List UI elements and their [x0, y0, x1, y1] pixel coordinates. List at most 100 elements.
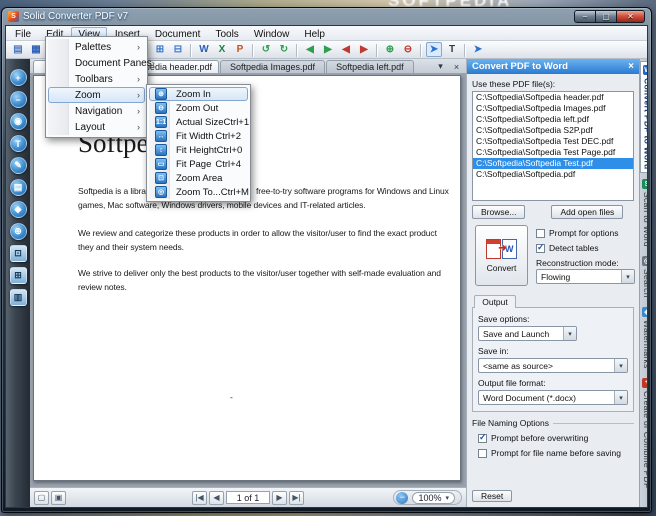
note-tool-icon[interactable]: ▤	[10, 179, 27, 196]
pdf-file-item[interactable]: C:\Softpedia\Softpedia S2P.pdf	[473, 125, 633, 136]
close-document-icon[interactable]: ×	[450, 61, 463, 73]
next-page-button[interactable]: ▶	[272, 491, 287, 505]
view-menu-palettes[interactable]: Palettes ›	[48, 39, 145, 55]
convert-to-excel-icon[interactable]: X	[214, 42, 230, 57]
side-tab-scan-to-word[interactable]: S Scan to Word	[640, 176, 648, 250]
pdf-file-item[interactable]: C:\Softpedia\Softpedia Test.pdf	[473, 158, 633, 169]
prompt-for-options-checkbox[interactable]: Prompt for options	[536, 228, 618, 238]
save-file-icon[interactable]: ▦	[28, 42, 44, 57]
move-page-back-icon[interactable]: ◀	[338, 42, 354, 57]
pdf-file-item[interactable]: C:\Softpedia\Softpedia Images.pdf	[473, 103, 633, 114]
prompt-filename-checkbox[interactable]: Prompt for file name before saving	[478, 448, 634, 458]
last-page-button[interactable]: ▶|	[289, 491, 304, 505]
stamp-tool-icon[interactable]: ◆	[10, 201, 27, 218]
convert-button[interactable]: ➜ W Convert	[475, 225, 528, 286]
view-menu-document-panes[interactable]: Document Panes ›	[48, 55, 145, 71]
chevron-down-icon[interactable]: ▾	[614, 359, 627, 372]
zoom-menu-zoom-in[interactable]: ⊕ Zoom In	[149, 87, 248, 101]
single-page-view-button[interactable]: ▢	[34, 491, 49, 505]
tab-softpedia-images[interactable]: Softpedia Images.pdf	[220, 60, 325, 73]
pdf-file-item[interactable]: C:\Softpedia\Softpedia left.pdf	[473, 114, 633, 125]
snapshot-tool-icon[interactable]: ◉	[10, 113, 27, 130]
close-button[interactable]: ✕	[616, 10, 645, 23]
minimize-button[interactable]: –	[574, 10, 595, 23]
side-tab-search[interactable]: ◎ Search	[640, 253, 648, 301]
zoom-menu-fit-height[interactable]: ↕ Fit Height Ctrl+0	[149, 143, 248, 157]
checkbox-icon[interactable]	[478, 434, 487, 443]
tab-list-dropdown-icon[interactable]: ▾	[434, 61, 447, 73]
pencil-annotation-tool-icon[interactable]: ✎	[10, 157, 27, 174]
reset-button[interactable]: Reset	[472, 490, 512, 502]
maximize-button[interactable]: ▢	[595, 10, 616, 23]
add-open-files-button[interactable]: Add open files	[551, 205, 623, 219]
select-tool-icon[interactable]: ➤	[426, 42, 442, 57]
pdf-file-list[interactable]: C:\Softpedia\Softpedia header.pdfC:\Soft…	[472, 91, 634, 201]
thumbnail-view-icon[interactable]: ⊞	[10, 267, 27, 284]
chevron-down-icon[interactable]: ▾	[621, 270, 634, 283]
panel-close-icon[interactable]: ×	[628, 62, 634, 72]
checkbox-icon[interactable]	[536, 244, 545, 253]
zoom-menu-zoom-area[interactable]: ⊡ Zoom Area	[149, 171, 248, 185]
first-page-button[interactable]: |◀	[192, 491, 207, 505]
save-options-dropdown[interactable]: Save and Launch ▾	[478, 326, 577, 341]
tab-softpedia-left[interactable]: Softpedia left.pdf	[326, 60, 414, 73]
detect-tables-checkbox[interactable]: Detect tables	[536, 243, 599, 253]
select-text-tool-icon[interactable]: T	[10, 135, 27, 152]
view-menu-navigation[interactable]: Navigation ›	[48, 103, 145, 119]
pdf-file-item[interactable]: C:\Softpedia\Softpedia Test DEC.pdf	[473, 136, 633, 147]
zoom-menu-zoom-out[interactable]: ⊖ Zoom Out	[149, 101, 248, 115]
view-menu-toolbars[interactable]: Toolbars ›	[48, 71, 145, 87]
menu-document[interactable]: Document	[148, 27, 208, 40]
page-layout-icon[interactable]: ▥	[10, 289, 27, 306]
reconstruction-mode-dropdown[interactable]: Flowing ▾	[536, 269, 635, 284]
zoom-menu-zoom-to[interactable]: ◎ Zoom To... Ctrl+M	[149, 185, 248, 199]
pdf-file-item[interactable]: C:\Softpedia\Softpedia header.pdf	[473, 92, 633, 103]
chevron-down-icon[interactable]: ▾	[614, 391, 627, 404]
text-tool-icon[interactable]: T	[444, 42, 460, 57]
move-page-forward-icon[interactable]: ▶	[356, 42, 372, 57]
prompt-overwrite-checkbox[interactable]: Prompt before overwriting	[478, 433, 634, 443]
checkbox-icon[interactable]	[478, 449, 487, 458]
output-tab[interactable]: Output	[474, 295, 516, 308]
zoom-in-tool-icon[interactable]: +	[10, 69, 27, 86]
menu-window[interactable]: Window	[247, 27, 297, 40]
hand-tool-icon[interactable]: ➤	[470, 42, 486, 57]
rotate-right-icon[interactable]: ↻	[276, 42, 292, 57]
insert-pages-icon[interactable]: ⊕	[382, 42, 398, 57]
facing-pages-view-button[interactable]: ▣	[51, 491, 66, 505]
bookmarks-icon[interactable]: ⊟	[170, 42, 186, 57]
output-format-dropdown[interactable]: Word Document (*.docx) ▾	[478, 390, 628, 405]
menu-tools[interactable]: Tools	[208, 27, 245, 40]
previous-view-icon[interactable]: ◀	[302, 42, 318, 57]
side-tab-create-or-combine-pdf[interactable]: + Create or Combine PDF	[640, 375, 648, 491]
view-menu-layout[interactable]: Layout ›	[48, 119, 145, 135]
menu-help[interactable]: Help	[297, 27, 332, 40]
zoom-out-icon[interactable]: −	[396, 492, 408, 504]
zoom-control[interactable]: − 100% ▾	[393, 490, 462, 505]
pdf-file-item[interactable]: C:\Softpedia\Softpedia.pdf	[473, 169, 633, 180]
next-view-icon[interactable]: ▶	[320, 42, 336, 57]
convert-to-powerpoint-icon[interactable]: P	[232, 42, 248, 57]
zoom-menu-actual-size[interactable]: 1:1 Actual Size Ctrl+1	[149, 115, 248, 129]
browse-button[interactable]: Browse...	[472, 205, 525, 219]
zoom-menu-fit-page[interactable]: ▭ Fit Page Ctrl+4	[149, 157, 248, 171]
open-file-icon[interactable]: ▤	[10, 42, 26, 57]
side-tab-convert-pdf-to-word[interactable]: W Convert PDF to Word	[640, 61, 648, 173]
previous-page-button[interactable]: ◀	[209, 491, 224, 505]
zoom-level-dropdown[interactable]: 100% ▾	[412, 492, 455, 504]
pdf-file-item[interactable]: C:\Softpedia\Softpedia Test Page.pdf	[473, 147, 633, 158]
attach-tool-icon[interactable]: ⊕	[10, 223, 27, 240]
zoom-menu-fit-width[interactable]: ↔ Fit Width Ctrl+2	[149, 129, 248, 143]
title-bar[interactable]: S Solid Converter PDF v7 – ▢ ✕	[5, 8, 648, 25]
side-tab-watermarks[interactable]: ◈ Watermarks	[640, 304, 648, 372]
chevron-down-icon[interactable]: ▾	[563, 327, 576, 340]
convert-to-word-icon[interactable]: W	[196, 42, 212, 57]
page-thumbnails-icon[interactable]: ⊞	[152, 42, 168, 57]
save-in-dropdown[interactable]: <same as source> ▾	[478, 358, 628, 373]
menu-file[interactable]: File	[8, 27, 38, 40]
checkbox-icon[interactable]	[536, 229, 545, 238]
select-area-tool-icon[interactable]: ⊡	[10, 245, 27, 262]
view-menu-zoom[interactable]: Zoom ›	[48, 87, 145, 103]
rotate-left-icon[interactable]: ↺	[258, 42, 274, 57]
delete-pages-icon[interactable]: ⊖	[400, 42, 416, 57]
